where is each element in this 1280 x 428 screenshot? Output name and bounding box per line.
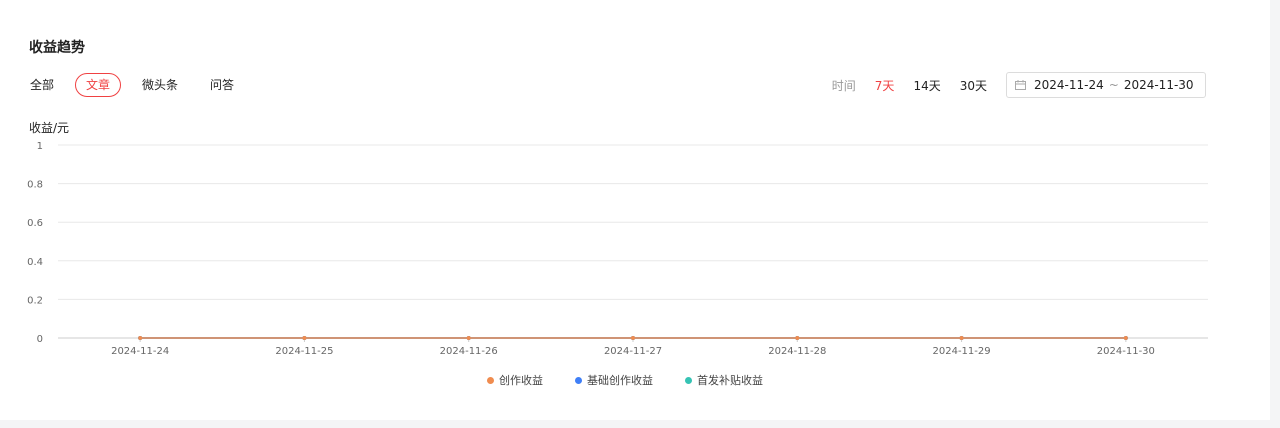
y-tick-label: 0.6: [27, 218, 43, 229]
x-tick-label: 2024-11-24: [111, 346, 169, 357]
legend-dot: [575, 376, 582, 384]
date-range-separator: ~: [1108, 78, 1119, 92]
range-7-days-button[interactable]: 7天: [875, 77, 895, 94]
data-point: [302, 336, 307, 340]
y-axis-title: 收益/元: [29, 121, 69, 135]
x-tick-label: 2024-11-29: [933, 346, 991, 357]
section-title: 收益趋势: [29, 40, 85, 56]
legend-item-creation-revenue[interactable]: 创作收益: [487, 372, 543, 388]
date-range-picker[interactable]: 2024-11-24 ~ 2024-11-30: [1006, 72, 1206, 98]
x-tick-label: 2024-11-25: [275, 346, 333, 357]
data-point: [138, 336, 143, 340]
content-type-tabs: 全部 文章 微头条 问答: [29, 73, 255, 97]
legend-item-first-publish-subsidy[interactable]: 首发补贴收益: [685, 372, 763, 388]
legend-item-basic-creation-revenue[interactable]: 基础创作收益: [575, 372, 653, 388]
legend-label: 基础创作收益: [587, 374, 653, 387]
y-tick-label: 0: [37, 334, 43, 345]
legend-label: 首发补贴收益: [697, 374, 763, 387]
revenue-line-chart: 收益/元 0 0.2 0.4 0.6 0.8 1 2024-11-24 2024-11-25…: [27, 121, 1208, 357]
y-tick-label: 0.8: [27, 180, 43, 191]
x-tick-label: 2024-11-27: [604, 346, 662, 357]
y-tick-label: 0.2: [27, 295, 43, 306]
range-14-days-button[interactable]: 14天: [913, 77, 940, 94]
legend-dot: [685, 376, 692, 384]
date-range-end: 2024-11-30: [1123, 78, 1194, 92]
time-filter-bar: 时间 7天 14天 30天 2024-11-24 ~ 2024-11-30: [832, 72, 1206, 98]
x-tick-label: 2024-11-28: [768, 346, 826, 357]
date-range-start: 2024-11-24: [1034, 78, 1104, 92]
legend-label: 创作收益: [499, 374, 543, 387]
revenue-trend-panel: 收益趋势 全部 文章 微头条 问答 时间 7天 14天 30天 2024-11-…: [0, 0, 1270, 420]
data-point: [631, 336, 635, 340]
data-point: [1123, 336, 1128, 340]
calendar-icon: [1015, 80, 1026, 90]
tab-micro-headline[interactable]: 微头条: [131, 73, 189, 97]
x-tick-label: 2024-11-30: [1097, 346, 1155, 357]
range-30-days-button[interactable]: 30天: [960, 77, 987, 94]
chart-legend: 创作收益 基础创作收益 首发补贴收益: [0, 372, 1250, 388]
data-point: [959, 336, 964, 340]
y-tick-label: 0.4: [27, 257, 43, 268]
tab-all[interactable]: 全部: [19, 73, 65, 97]
legend-dot: [487, 376, 494, 384]
data-point: [466, 336, 471, 340]
tab-qa[interactable]: 问答: [199, 73, 245, 97]
data-point: [795, 336, 800, 340]
y-tick-label: 1: [37, 141, 43, 152]
tab-article[interactable]: 文章: [75, 73, 122, 97]
time-label: 时间: [831, 78, 856, 93]
x-tick-label: 2024-11-26: [440, 346, 498, 357]
